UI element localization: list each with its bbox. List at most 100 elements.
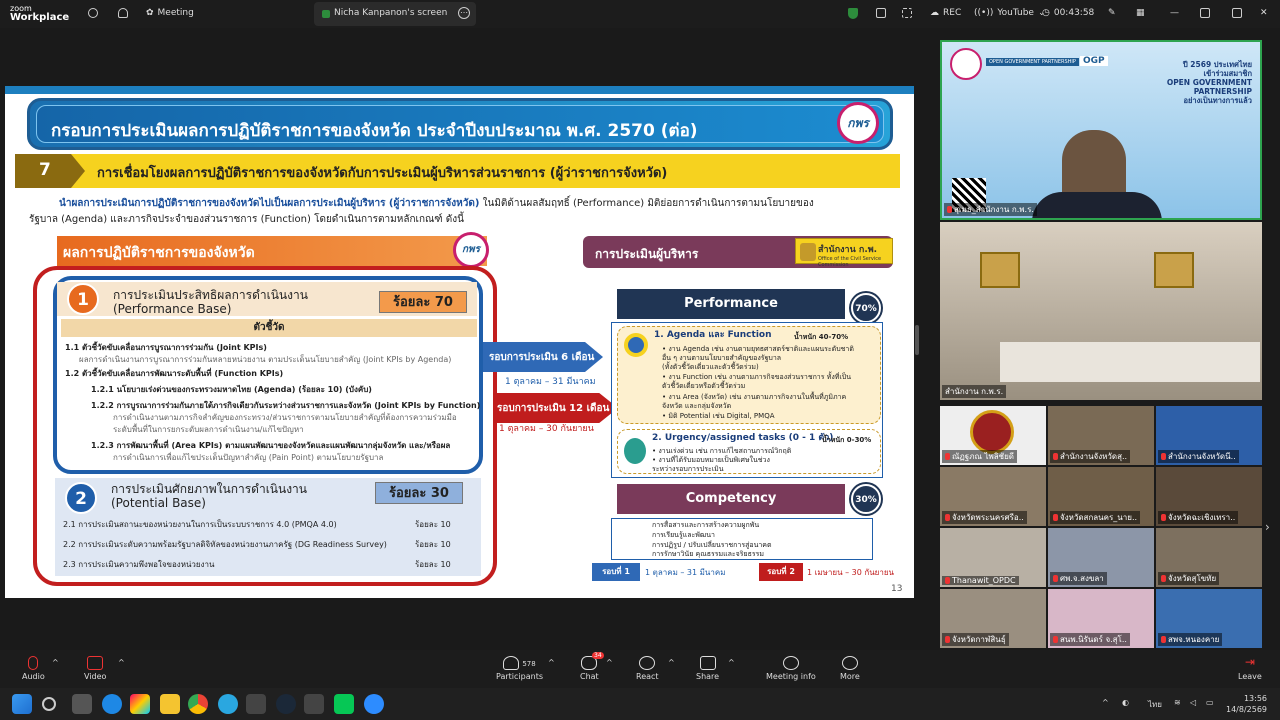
volume-icon[interactable]: ◁ bbox=[1190, 698, 1196, 707]
participant-tile-1[interactable]: ณัฏฐภณ ไพลิชัยดี bbox=[940, 406, 1046, 465]
app2-icon[interactable] bbox=[304, 694, 324, 714]
captions-icon[interactable] bbox=[876, 8, 886, 18]
participant-tile-3[interactable]: สำนักงานจังหวัดนี.. bbox=[1156, 406, 1262, 465]
maximize-icon[interactable] bbox=[1232, 8, 1242, 18]
video-button[interactable]: Video bbox=[84, 656, 106, 681]
chat-chevron-icon[interactable]: ^ bbox=[606, 658, 613, 667]
share-chevron-icon[interactable]: ^ bbox=[728, 658, 735, 667]
youtube-live[interactable]: ((•)) YouTube ⌄ bbox=[974, 8, 1046, 18]
chrome-icon[interactable] bbox=[188, 694, 208, 714]
participant-tile-11[interactable]: สนพ.นิรันดร์ จ.สุโ.. bbox=[1048, 589, 1154, 648]
annotate-icon[interactable]: ✎ bbox=[1108, 8, 1116, 18]
copilot-icon[interactable] bbox=[130, 694, 150, 714]
react-button[interactable]: React bbox=[636, 656, 659, 681]
search-icon[interactable] bbox=[42, 697, 56, 711]
grid-icon[interactable]: ▦ bbox=[1136, 8, 1145, 18]
block2-row-2: 2.2 การประเมินระดับความพร้อมรัฐบาลดิจิทั… bbox=[63, 540, 387, 549]
app-icon[interactable] bbox=[246, 694, 266, 714]
line-icon[interactable] bbox=[334, 694, 354, 714]
file-explorer-icon[interactable] bbox=[160, 694, 180, 714]
zoom-taskbar-icon[interactable] bbox=[364, 694, 384, 714]
participant-tile-4[interactable]: จังหวัดพระนครศรีอ.. bbox=[940, 467, 1046, 526]
urgency-title: 2. Urgency/assigned tasks (0 - 1 ตัว) bbox=[652, 433, 834, 443]
share-button[interactable]: Share bbox=[696, 656, 719, 681]
room-tile[interactable]: สำนักงาน ก.พ.ร. bbox=[940, 222, 1262, 400]
restore-icon[interactable] bbox=[1200, 8, 1210, 18]
speaker-head bbox=[1062, 130, 1126, 200]
urgency-weight: น้ำหนัก 0-30% bbox=[822, 436, 872, 444]
agenda-line-1: • งาน Agenda เช่น งานตามยุทธศาสตร์ชาติแล… bbox=[662, 345, 854, 353]
wifi-icon[interactable]: ≋ bbox=[1174, 698, 1181, 707]
logo-line2: Workplace bbox=[10, 12, 70, 23]
ogp-line-4: PARTNERSHIP bbox=[1193, 87, 1252, 96]
meeting-menu[interactable]: ✿ Meeting bbox=[146, 8, 194, 18]
agenda-line-4: • งาน Function เช่น งานตามภารกิจของส่วนร… bbox=[662, 373, 851, 381]
participant-tile-10[interactable]: จังหวัดกาฬสินธุ์ bbox=[940, 589, 1046, 648]
section-number: 7 bbox=[15, 154, 85, 188]
close-icon[interactable]: ✕ bbox=[1260, 8, 1268, 18]
slide-page-number: 13 bbox=[891, 584, 903, 594]
competency-box: การสื่อสารและการสร้างความผูกพัน การเรียน… bbox=[611, 518, 873, 560]
intro-rest: ในมิติด้านผลสัมฤทธิ์ (Performance) มิติย… bbox=[479, 198, 814, 209]
participant-tile-6[interactable]: จังหวัดฉะเชิงเทรา.. bbox=[1156, 467, 1262, 526]
participant-label-4: จังหวัดพระนครศรีอ.. bbox=[942, 511, 1027, 524]
telegram-icon[interactable] bbox=[218, 694, 238, 714]
participants-icon bbox=[503, 656, 520, 670]
video-options-chevron-icon[interactable]: ^ bbox=[118, 658, 125, 667]
agenda-box: 1. Agenda และ Function น้ำหนัก 40-70% • … bbox=[617, 326, 881, 424]
react-chevron-icon[interactable]: ^ bbox=[668, 658, 675, 667]
chat-button[interactable]: 34 Chat bbox=[580, 652, 604, 681]
screenshot-icon[interactable] bbox=[902, 8, 912, 18]
participant-tile-7[interactable]: Thanawit_OPDC bbox=[940, 528, 1046, 587]
speaker-body bbox=[1032, 192, 1162, 218]
more-options-icon[interactable]: ⋯ bbox=[458, 7, 470, 19]
competency-percent: 30% bbox=[851, 484, 881, 514]
screen-share-tab[interactable]: Nicha Kanpanon's screen ⋯ bbox=[314, 2, 476, 26]
speaker-tile[interactable]: OPEN GOVERNMENT PARTNERSHIP OGP ปี 2569 … bbox=[940, 40, 1262, 220]
participants-button[interactable]: 578 Participants bbox=[496, 656, 543, 681]
participant-tile-8[interactable]: ศพ.จ.สงขลา bbox=[1048, 528, 1154, 587]
participant-label-12: สพจ.หนองคาย bbox=[1158, 633, 1223, 646]
chevron-right-icon[interactable]: › bbox=[1265, 520, 1270, 534]
info-icon[interactable] bbox=[88, 8, 98, 18]
kpi-1-2-2-desc2: ระดับพื้นที่ในการยกระดับผลการดำเนินงาน/แ… bbox=[113, 425, 304, 434]
participants-chevron-icon[interactable]: ^ bbox=[548, 658, 555, 667]
edge-icon[interactable] bbox=[102, 694, 122, 714]
participant-tile-2[interactable]: สำนักงานจังหวัดสุ.. bbox=[1048, 406, 1154, 465]
youtube-label: YouTube bbox=[997, 8, 1034, 18]
security-shield-icon[interactable] bbox=[848, 8, 858, 19]
panel-resize-handle[interactable] bbox=[915, 325, 919, 355]
more-button[interactable]: More bbox=[840, 656, 860, 681]
react-label: React bbox=[636, 672, 659, 681]
participant-tile-12[interactable]: สพจ.หนองคาย bbox=[1156, 589, 1262, 648]
participant-tile-9[interactable]: จังหวัดสุโขทัย bbox=[1156, 528, 1262, 587]
rec-indicator[interactable]: ☁ REC bbox=[930, 8, 961, 18]
system-clock[interactable]: 13:56 14/8/2569 bbox=[1226, 693, 1267, 715]
leave-button[interactable]: ⇥ Leave bbox=[1238, 656, 1262, 681]
windows-start-icon[interactable] bbox=[12, 694, 32, 714]
audio-options-chevron-icon[interactable]: ^ bbox=[52, 658, 59, 667]
block2-number: 2 bbox=[65, 482, 97, 514]
audio-button[interactable]: Audio bbox=[22, 656, 45, 681]
arrow-12-month: รอบการประเมิน 12 เดือน bbox=[493, 393, 618, 423]
section-title: การเชื่อมโยงผลการปฏิบัติราชการของจังหวัด… bbox=[97, 166, 668, 181]
battery-icon[interactable]: ▭ bbox=[1206, 698, 1214, 707]
share-tab-label: Nicha Kanpanon's screen bbox=[334, 8, 448, 18]
slide-title-inner: กรอบการประเมินผลการปฏิบัติราชการของจังหว… bbox=[36, 105, 884, 143]
ogp-abbr: OGP bbox=[1080, 56, 1108, 66]
task-view-icon[interactable] bbox=[72, 694, 92, 714]
block2-row-2-value: ร้อยละ 10 bbox=[415, 540, 451, 549]
language-indicator[interactable]: ไทย bbox=[1148, 698, 1162, 711]
tray-chevron-icon[interactable]: ^ bbox=[1102, 698, 1109, 707]
clock-icon: ◷ bbox=[1042, 8, 1050, 18]
share-icon bbox=[699, 656, 716, 670]
copilot-tray-icon[interactable]: ◐ bbox=[1122, 698, 1129, 707]
shield-icon[interactable] bbox=[118, 8, 128, 18]
block1-title-text: การประเมินประสิทธิผลการดำเนินงาน bbox=[113, 288, 308, 302]
performance-percent: 70% bbox=[851, 293, 881, 323]
meeting-info-button[interactable]: Meeting info bbox=[766, 656, 816, 681]
steam-icon[interactable] bbox=[276, 694, 296, 714]
participant-tile-5[interactable]: จังหวัดสกลนคร_นาย.. bbox=[1048, 467, 1154, 526]
minimize-icon[interactable]: — bbox=[1170, 8, 1179, 18]
meeting-table bbox=[1000, 342, 1260, 382]
